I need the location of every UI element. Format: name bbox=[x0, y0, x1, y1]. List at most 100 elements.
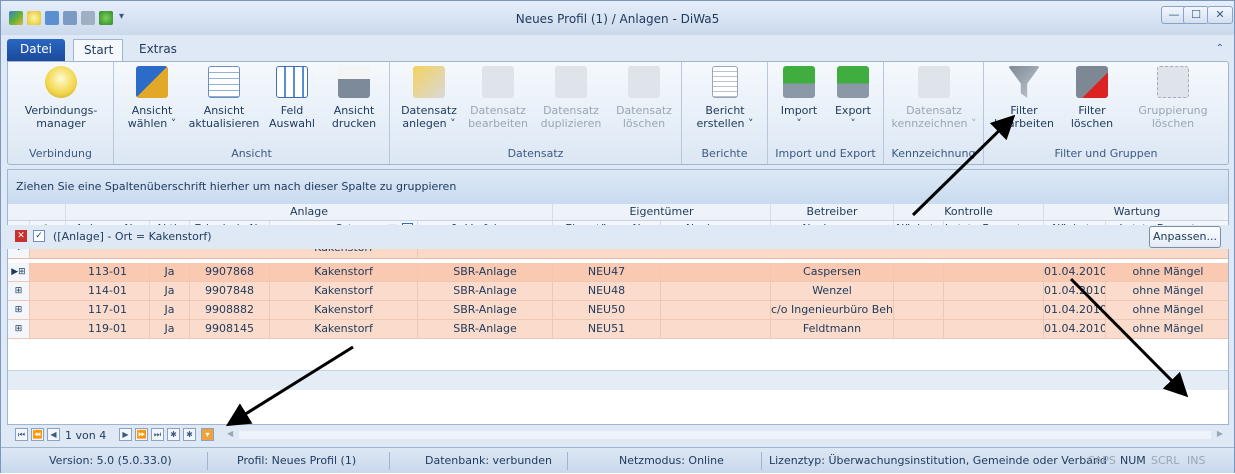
cell-verfahren[interactable]: SBR-Anlage bbox=[418, 301, 553, 319]
cell-betreiber-nachname[interactable]: Caspersen bbox=[771, 263, 894, 281]
cell-aktiv[interactable]: Ja bbox=[150, 282, 190, 300]
cell-aktiv[interactable]: Ja bbox=[150, 263, 190, 281]
record-delete-button[interactable]: Datensatz löschen bbox=[610, 66, 678, 130]
filter-delete-button[interactable]: Filter löschen bbox=[1062, 66, 1122, 130]
cell-kontrolle-letzte[interactable] bbox=[944, 301, 1044, 319]
close-button[interactable]: ✕ bbox=[1207, 6, 1233, 24]
cell-verfahren[interactable]: SBR-Anlage bbox=[418, 263, 553, 281]
export-button[interactable]: Export ˅ bbox=[828, 66, 878, 130]
filter-enable-checkbox[interactable]: ✓ bbox=[33, 230, 45, 242]
band-betreiber[interactable]: Betreiber bbox=[771, 204, 894, 220]
record-duplicate-button[interactable]: Datensatz duplizieren bbox=[536, 66, 606, 130]
last-record-icon[interactable]: ⏭ bbox=[151, 428, 164, 441]
band-kontrolle[interactable]: Kontrolle bbox=[894, 204, 1044, 220]
ribbon-collapse-icon[interactable]: ⌃ bbox=[1216, 43, 1224, 54]
record-edit-button[interactable]: Datensatz bearbeiten bbox=[464, 66, 532, 130]
cell-eigentuemer-nachname[interactable] bbox=[661, 263, 771, 281]
cell-eigentuemer-nr[interactable]: NEU48 bbox=[553, 282, 661, 300]
cell-ort[interactable]: Kakenstorf bbox=[270, 301, 418, 319]
cell-betreiber-nachname[interactable]: Wenzel bbox=[771, 282, 894, 300]
cell-betreiber-nachname[interactable]: Feldtmann bbox=[771, 320, 894, 338]
prev-record-icon[interactable]: ◀ bbox=[47, 428, 60, 441]
scroll-left-icon[interactable]: ◀ bbox=[227, 429, 233, 438]
record-mark-button[interactable]: Datensatz kennzeichnen ˅ bbox=[888, 66, 980, 130]
report-create-button[interactable]: Bericht erstellen ˅ bbox=[688, 66, 762, 130]
cell-wartung-naechste[interactable]: 01.04.2010 bbox=[1044, 320, 1106, 338]
cell-kontrolle-letzte[interactable] bbox=[944, 263, 1044, 281]
cell-kontrolle-naechste[interactable] bbox=[894, 263, 944, 281]
cell-wartung-naechste[interactable]: 01.04.2010 bbox=[1044, 263, 1106, 281]
cell-kontrolle-naechste[interactable] bbox=[894, 320, 944, 338]
prev-page-icon[interactable]: ⏪ bbox=[31, 428, 44, 441]
view-refresh-button[interactable]: Ansicht aktualisieren bbox=[186, 66, 262, 130]
cell-wartung-letzte[interactable]: ohne Mängel bbox=[1106, 301, 1230, 319]
expand-row-icon[interactable]: ⊞ bbox=[8, 282, 30, 300]
table-row[interactable]: ⊞ 119-01 Ja 9908145 Kakenstorf SBR-Anlag… bbox=[8, 320, 1228, 339]
cell-wartung-letzte[interactable]: ohne Mängel bbox=[1106, 263, 1230, 281]
cell-eigentuemer-nachname[interactable] bbox=[661, 301, 771, 319]
band-eigentuemer[interactable]: Eigentümer bbox=[553, 204, 771, 220]
cell-anlagen-nr[interactable]: 114-01 bbox=[66, 282, 150, 300]
group-by-panel[interactable]: Ziehen Sie eine Spaltenüberschrift hierh… bbox=[8, 170, 1228, 204]
cell-anlagen-nr[interactable]: 117-01 bbox=[66, 301, 150, 319]
cell-verfahren[interactable]: SBR-Anlage bbox=[418, 320, 553, 338]
scroll-right-icon[interactable]: ▶ bbox=[1217, 429, 1223, 438]
cell-aktiv[interactable]: Ja bbox=[150, 320, 190, 338]
cell-aktiv[interactable]: Ja bbox=[150, 301, 190, 319]
cell-erlaubnis-nr[interactable]: 9907848 bbox=[190, 282, 270, 300]
cell-betreiber-nachname[interactable]: c/o Ingenieurbüro Behre bbox=[771, 301, 894, 319]
table-row[interactable]: ⊞ 117-01 Ja 9908882 Kakenstorf SBR-Anlag… bbox=[8, 301, 1228, 320]
cell-erlaubnis-nr[interactable]: 9908882 bbox=[190, 301, 270, 319]
cell-ort[interactable]: Kakenstorf bbox=[270, 282, 418, 300]
edit-record-icon[interactable]: ✱ bbox=[183, 428, 196, 441]
record-new-button[interactable]: Datensatz anlegen ˅ bbox=[396, 66, 462, 130]
cell-verfahren[interactable]: SBR-Anlage bbox=[418, 282, 553, 300]
filter-close-icon[interactable]: ✕ bbox=[15, 230, 27, 242]
cell-anlagen-nr[interactable]: 113-01 bbox=[66, 263, 150, 281]
filter-expression[interactable]: ([Anlage] - Ort = Kakenstorf) bbox=[53, 230, 212, 243]
cell-wartung-letzte[interactable]: ohne Mängel bbox=[1106, 320, 1230, 338]
cell-kontrolle-letzte[interactable] bbox=[944, 320, 1044, 338]
filter-edit-button[interactable]: Filter bearbeiten bbox=[994, 66, 1054, 130]
tab-extras[interactable]: Extras bbox=[129, 39, 187, 61]
filter-toggle-icon[interactable]: ▾ bbox=[201, 428, 214, 441]
horizontal-scrollbar[interactable] bbox=[239, 431, 1211, 439]
cubes-icon bbox=[136, 66, 168, 98]
cell-wartung-naechste[interactable]: 01.04.2010 bbox=[1044, 301, 1106, 319]
cell-ort[interactable]: Kakenstorf bbox=[270, 320, 418, 338]
maximize-button[interactable]: ☐ bbox=[1183, 6, 1209, 24]
import-button[interactable]: Import ˅ bbox=[774, 66, 824, 130]
customize-filter-button[interactable]: Anpassen... bbox=[1149, 226, 1221, 248]
expand-row-icon[interactable]: ⊞ bbox=[8, 301, 30, 319]
cell-kontrolle-naechste[interactable] bbox=[894, 282, 944, 300]
cell-eigentuemer-nr[interactable]: NEU51 bbox=[553, 320, 661, 338]
cell-kontrolle-letzte[interactable] bbox=[944, 282, 1044, 300]
band-anlage[interactable]: Anlage bbox=[66, 204, 553, 220]
group-delete-button[interactable]: Gruppierung löschen bbox=[1130, 66, 1216, 130]
add-record-icon[interactable]: ✱ bbox=[167, 428, 180, 441]
view-select-button[interactable]: Ansicht wählen ˅ bbox=[122, 66, 182, 130]
next-record-icon[interactable]: ▶ bbox=[119, 428, 132, 441]
cell-eigentuemer-nachname[interactable] bbox=[661, 320, 771, 338]
cell-wartung-naechste[interactable]: 01.04.2010 bbox=[1044, 282, 1106, 300]
cell-anlagen-nr[interactable]: 119-01 bbox=[66, 320, 150, 338]
view-print-button[interactable]: Ansicht drucken bbox=[324, 66, 384, 130]
cell-kontrolle-naechste[interactable] bbox=[894, 301, 944, 319]
band-wartung[interactable]: Wartung bbox=[1044, 204, 1230, 220]
cell-erlaubnis-nr[interactable]: 9907868 bbox=[190, 263, 270, 281]
cell-ort[interactable]: Kakenstorf bbox=[270, 263, 418, 281]
cell-erlaubnis-nr[interactable]: 9908145 bbox=[190, 320, 270, 338]
tab-start[interactable]: Start bbox=[73, 39, 123, 61]
cell-eigentuemer-nachname[interactable] bbox=[661, 282, 771, 300]
expand-row-icon[interactable]: ⊞ bbox=[8, 320, 30, 338]
cell-wartung-letzte[interactable]: ohne Mängel bbox=[1106, 282, 1230, 300]
cell-eigentuemer-nr[interactable]: NEU47 bbox=[553, 263, 661, 281]
field-selection-button[interactable]: Feld Auswahl bbox=[264, 66, 320, 130]
tab-datei[interactable]: Datei bbox=[7, 39, 65, 61]
table-row[interactable]: ⊞ 114-01 Ja 9907848 Kakenstorf SBR-Anlag… bbox=[8, 282, 1228, 301]
cell-eigentuemer-nr[interactable]: NEU50 bbox=[553, 301, 661, 319]
connection-manager-button[interactable]: Verbindungs- manager bbox=[14, 66, 108, 130]
table-row[interactable]: ▶⊞ 113-01 Ja 9907868 Kakenstorf SBR-Anla… bbox=[8, 263, 1228, 282]
first-record-icon[interactable]: ⏮ bbox=[15, 428, 28, 441]
next-page-icon[interactable]: ⏩ bbox=[135, 428, 148, 441]
